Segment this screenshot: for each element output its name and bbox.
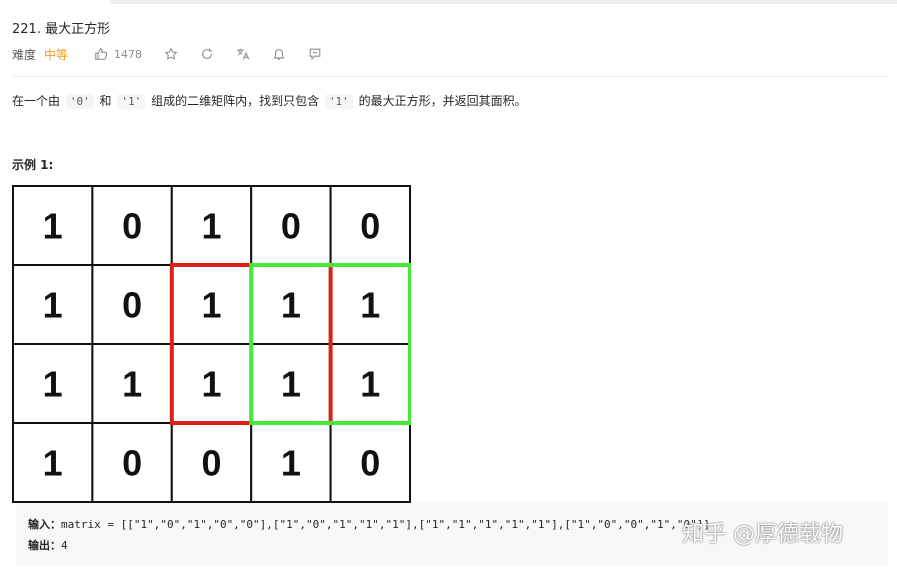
input-line: 输入：matrix = [["1","0","1","0","0"],["1",… [28, 516, 710, 532]
feedback-button[interactable] [308, 47, 322, 61]
inline-code: '1' [117, 94, 146, 109]
thumb-up-icon [95, 48, 108, 60]
like-count: 1478 [114, 47, 143, 61]
difficulty-badge: 中等 [44, 47, 69, 62]
matrix-cell-value: 1 [43, 443, 63, 484]
matrix-cell-value: 1 [281, 364, 301, 405]
problem-meta-bar: 难度 中等 1478 [12, 45, 322, 63]
example-title: 示例 1: [12, 158, 54, 172]
matrix-cell-value: 1 [360, 285, 380, 326]
output-value: 4 [61, 539, 68, 552]
share-icon [202, 48, 213, 59]
matrix-cell-value: 1 [281, 443, 301, 484]
output-line: 输出：4 [28, 537, 68, 553]
problem-title: 221. 最大正方形 [12, 22, 111, 37]
bell-icon [273, 49, 285, 60]
favorite-button[interactable] [164, 47, 178, 61]
desc-text: 和 [99, 94, 112, 108]
problem-description: 在一个由 '0' 和 '1' 组成的二维矩阵内，找到只包含 '1' 的最大正方形… [12, 92, 527, 111]
inline-code: '0' [65, 94, 94, 109]
watermark: 知乎 @厚德载物 [682, 522, 843, 547]
matrix-cell-value: 1 [122, 364, 142, 405]
share-button[interactable] [200, 47, 214, 61]
difficulty-label: 难度 [12, 47, 37, 62]
desc-text: 在一个由 [12, 94, 61, 108]
matrix-cell-value: 0 [281, 206, 301, 247]
top-scroll-bar [110, 0, 897, 4]
input-value: matrix = [["1","0","1","0","0"],["1","0"… [61, 518, 711, 531]
matrix-cell-value: 0 [201, 443, 221, 484]
matrix-cell-value: 1 [201, 364, 221, 405]
header-divider [12, 76, 889, 77]
matrix-cell-value: 1 [43, 206, 63, 247]
output-label: 输出： [28, 539, 61, 552]
matrix-cell-value: 1 [43, 364, 63, 405]
comment-icon [309, 48, 321, 61]
like-button[interactable]: 1478 [94, 47, 142, 61]
matrix-cell-value: 1 [281, 285, 301, 326]
desc-text: 的最大正方形，并返回其面积。 [358, 94, 527, 108]
matrix-cell-value: 1 [201, 206, 221, 247]
matrix-cell-value: 0 [360, 206, 380, 247]
inline-code: '1' [324, 94, 353, 109]
desc-text: 组成的二维矩阵内，找到只包含 [151, 94, 320, 108]
matrix-cell-value: 0 [122, 285, 142, 326]
star-icon [164, 47, 178, 60]
example-matrix-image: 1 0 1 0 0 1 0 1 1 1 1 1 1 1 1 1 0 0 1 0 [12, 185, 411, 503]
matrix-cell-value: 0 [122, 443, 142, 484]
matrix-cell-value: 0 [360, 443, 380, 484]
matrix-cell-value: 1 [360, 364, 380, 405]
translate-icon [237, 48, 250, 60]
matrix-cell-value: 0 [122, 206, 142, 247]
subscribe-button[interactable] [272, 47, 286, 61]
translate-button[interactable] [236, 47, 250, 61]
matrix-cell-value: 1 [43, 285, 63, 326]
input-label: 输入： [28, 518, 61, 531]
matrix-cell-value: 1 [201, 285, 221, 326]
